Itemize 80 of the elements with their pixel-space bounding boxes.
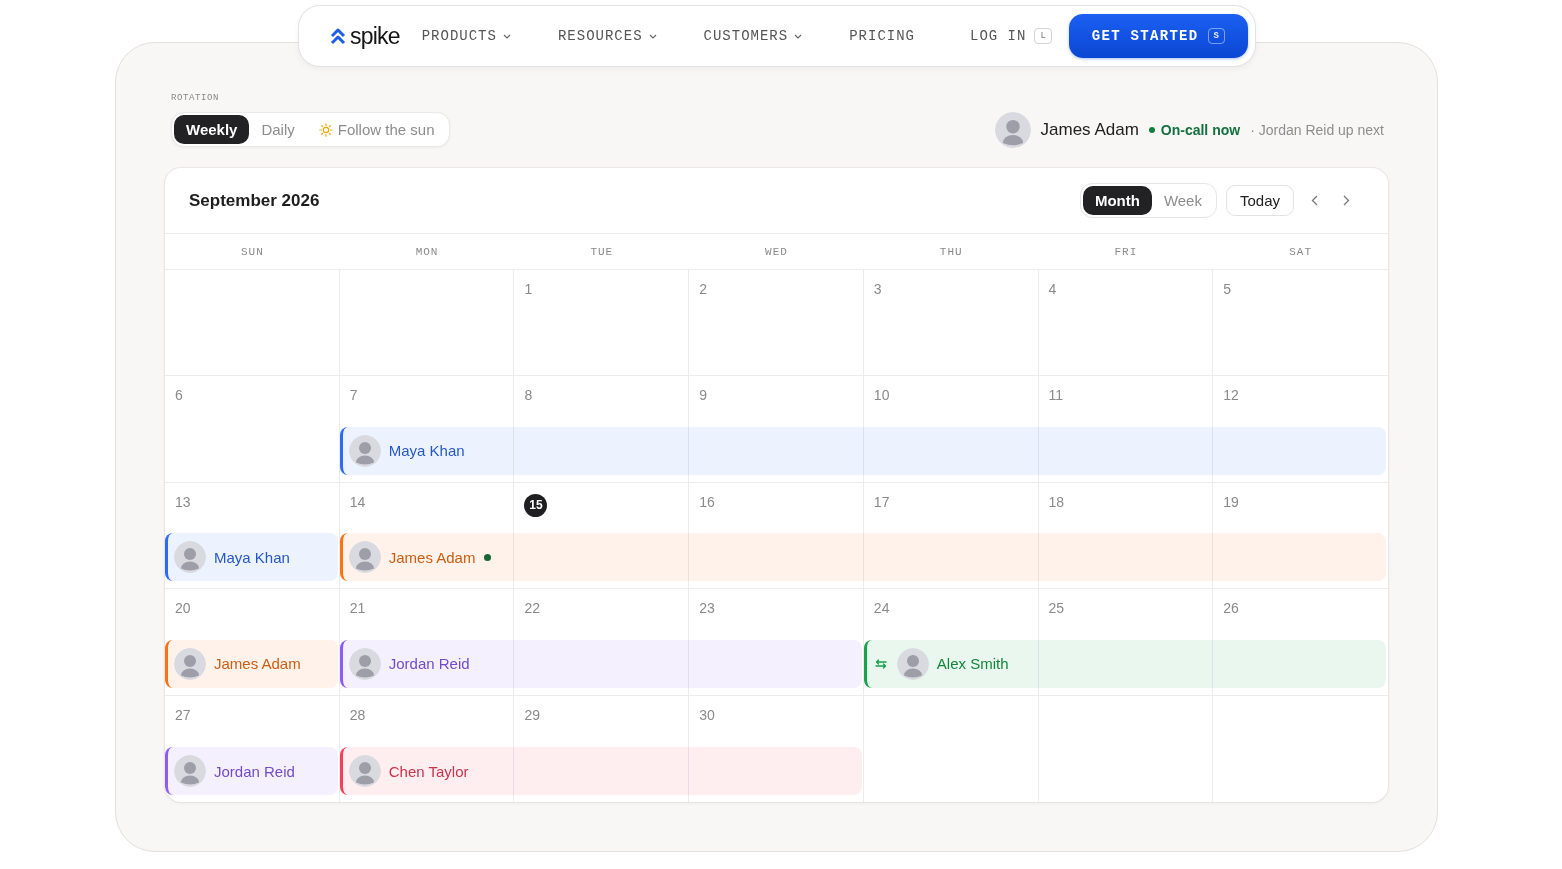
on-call-status: On-call now [1160,122,1241,138]
day-number[interactable]: 13 [175,493,191,511]
calendar-title: September 2026 [189,190,320,211]
rotation-option[interactable]: Weekly [174,115,250,144]
on-call-name: James Adam [1040,120,1139,140]
day-number[interactable]: 5 [1223,281,1232,298]
rotation-option[interactable]: Follow the sun [306,115,447,144]
shortcut-key: S [1207,28,1225,44]
weekday-label: FRI [1114,245,1138,258]
day-number[interactable]: 23 [699,600,715,618]
day-number[interactable]: 7 [349,387,358,405]
today-button[interactable]: Today [1225,185,1294,216]
day-number[interactable]: 9 [699,387,707,405]
day-number[interactable]: 19 [1223,493,1239,511]
day-number[interactable]: 24 [873,600,890,618]
day-number[interactable]: 12 [1223,387,1239,405]
day-number[interactable]: 17 [873,493,890,511]
day-number[interactable]: 3 [873,281,882,298]
day-number[interactable]: 8 [524,387,533,405]
shortcut-key: L [1034,28,1052,44]
day-number[interactable]: 29 [524,706,540,724]
view-option[interactable]: Month [1082,186,1152,215]
shift-person-name: James Adam [214,655,301,673]
shift-bar[interactable]: Chen Taylor [339,747,862,795]
shift-person-name: James Adam [388,548,476,566]
weekday-label: THU [939,245,963,258]
shift-person-name: Chen Taylor [388,762,469,780]
day-number[interactable]: 22 [524,600,540,618]
chevron-right-icon [1343,195,1350,206]
shift-bar[interactable]: Jordan Reid [339,639,862,688]
day-number[interactable]: 11 [1048,387,1064,405]
day-number[interactable]: 2 [699,281,707,298]
nav-menu-item[interactable]: PRICING [849,28,915,44]
day-number[interactable]: 1 [524,281,533,298]
shift-person-name: Jordan Reid [388,655,470,673]
weekday-label: WED [765,245,788,258]
weekday-label: TUE [590,245,614,258]
shift-person-name: Maya Khan [214,548,290,566]
logo-icon[interactable] [330,27,346,45]
day-number[interactable]: 25 [1048,600,1065,618]
shift-bar[interactable]: Maya Khan [165,533,338,582]
day-number[interactable]: 18 [1048,493,1065,511]
shift-person-name: Jordan Reid [214,762,295,780]
day-number[interactable]: 28 [349,706,366,724]
avatar-icon [896,647,929,680]
shift-bar[interactable]: Jordan Reid [165,747,338,795]
chevron-left-icon [1311,195,1318,206]
sun-icon [318,122,333,137]
get-started-button[interactable]: GET STARTED S [1068,14,1248,58]
weekday-label: SUN [240,245,264,258]
up-next-text: · Jordan Reid up next [1250,122,1384,138]
logo-wordmark[interactable]: spike [350,24,400,48]
day-number[interactable]: 21 [349,600,366,618]
shift-bar[interactable]: Maya Khan [339,426,1386,475]
weekday-label: SAT [1289,245,1313,258]
nav-menu-item[interactable]: CUSTOMERS [703,28,803,44]
shift-bar[interactable]: James Adam [339,533,1386,582]
day-number[interactable]: 30 [699,706,715,724]
shift-bar[interactable]: James Adam [165,639,338,688]
nav-menu-item[interactable]: RESOURCES [557,28,657,44]
day-number[interactable]: 6 [175,387,183,405]
weekday-label: MON [415,245,439,258]
view-option[interactable]: Week [1151,186,1214,215]
nav-menu-item[interactable]: PRODUCTS [421,28,511,44]
status-dot-icon [1148,127,1155,133]
day-number[interactable]: 14 [349,493,366,511]
shift-person-name: Alex Smith [936,655,1009,673]
current-day-number[interactable]: 15 [524,493,548,517]
login-link[interactable]: LOG IN L [970,28,1052,44]
avatar-icon [994,112,1031,148]
day-number[interactable]: 27 [175,706,191,724]
day-number[interactable]: 16 [699,493,715,511]
rotation-label: ROTATION [171,93,219,103]
day-number[interactable]: 10 [873,387,890,405]
day-number[interactable]: 26 [1223,600,1239,618]
day-number[interactable]: 20 [175,600,191,618]
rotation-option[interactable]: Daily [249,115,307,144]
day-number[interactable]: 4 [1048,281,1057,298]
shift-person-name: Maya Khan [388,442,465,460]
shift-bar[interactable]: Alex Smith [863,639,1386,688]
